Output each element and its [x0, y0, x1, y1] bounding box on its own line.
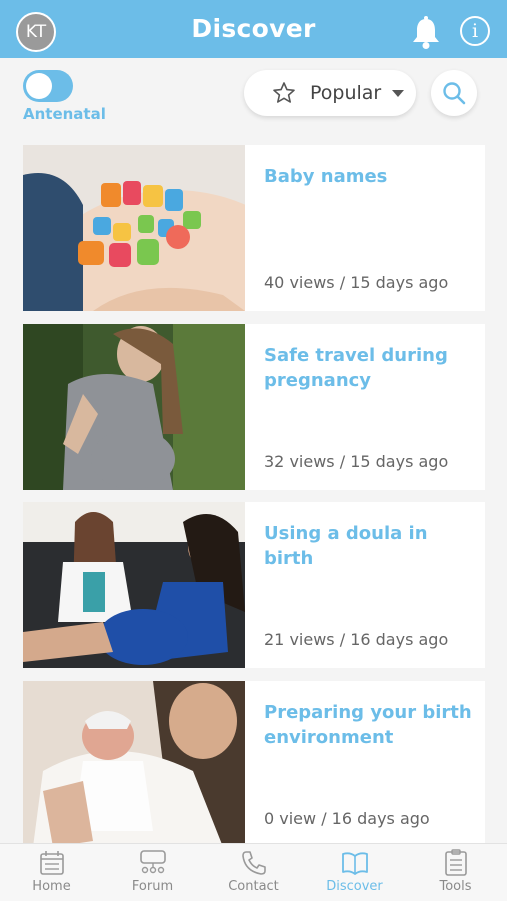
article-title: Using a doula in birth: [264, 523, 428, 569]
nav-item-forum[interactable]: Forum: [102, 844, 203, 901]
nav-label: Discover: [326, 879, 383, 894]
article-card[interactable]: Using a doula in birth 21 views / 16 day…: [23, 502, 485, 668]
nav-label: Home: [32, 879, 71, 894]
article-meta: 40 views / 15 days ago: [264, 273, 449, 292]
nav-item-contact[interactable]: Contact: [203, 844, 304, 901]
search-icon: [443, 82, 466, 105]
article-thumbnail-safe-travel: [23, 324, 245, 490]
sort-dropdown[interactable]: Popular: [244, 70, 416, 116]
article-thumbnail-birth-environment: [23, 681, 245, 847]
article-card[interactable]: Safe travel during pregnancy 32 views / …: [23, 324, 485, 490]
nav-label: Forum: [131, 879, 174, 894]
search-button[interactable]: [431, 70, 477, 116]
info-icon[interactable]: i: [460, 16, 490, 46]
nav-label: Tools: [439, 879, 472, 894]
bell-icon[interactable]: [410, 16, 442, 50]
bottom-nav: Home Forum Contact Discover Tools: [0, 843, 507, 901]
article-thumbnail-doula: [23, 502, 245, 668]
nav-label: Contact: [228, 879, 279, 894]
nav-item-home[interactable]: Home: [1, 844, 102, 901]
tools-icon: [445, 849, 467, 876]
article-card[interactable]: Preparing your birth environment 0 view …: [23, 681, 485, 847]
antenatal-toggle[interactable]: [23, 70, 73, 102]
antenatal-toggle-label: Antenatal: [23, 105, 106, 123]
star-icon: [273, 82, 295, 103]
article-title: Preparing your birth environment: [264, 702, 472, 748]
phone-icon: [242, 851, 266, 875]
article-meta: 32 views / 15 days ago: [264, 452, 449, 471]
article-meta: 0 view / 16 days ago: [264, 809, 430, 828]
app-header: KT Discover i: [0, 0, 507, 58]
sort-label: Popular: [310, 82, 382, 104]
nav-item-discover[interactable]: Discover: [304, 844, 405, 901]
forum-icon: [140, 850, 166, 874]
toggle-knob: [26, 73, 52, 99]
article-thumbnail-baby-names: [23, 145, 245, 311]
home-icon: [40, 851, 64, 875]
article-title: Baby names: [264, 166, 388, 187]
article-card[interactable]: Baby names 40 views / 15 days ago: [23, 145, 485, 311]
nav-item-tools[interactable]: Tools: [405, 844, 506, 901]
chevron-down-icon: [392, 90, 404, 97]
article-meta: 21 views / 16 days ago: [264, 630, 449, 649]
article-title: Safe travel during pregnancy: [264, 345, 448, 391]
book-icon: [342, 852, 368, 875]
